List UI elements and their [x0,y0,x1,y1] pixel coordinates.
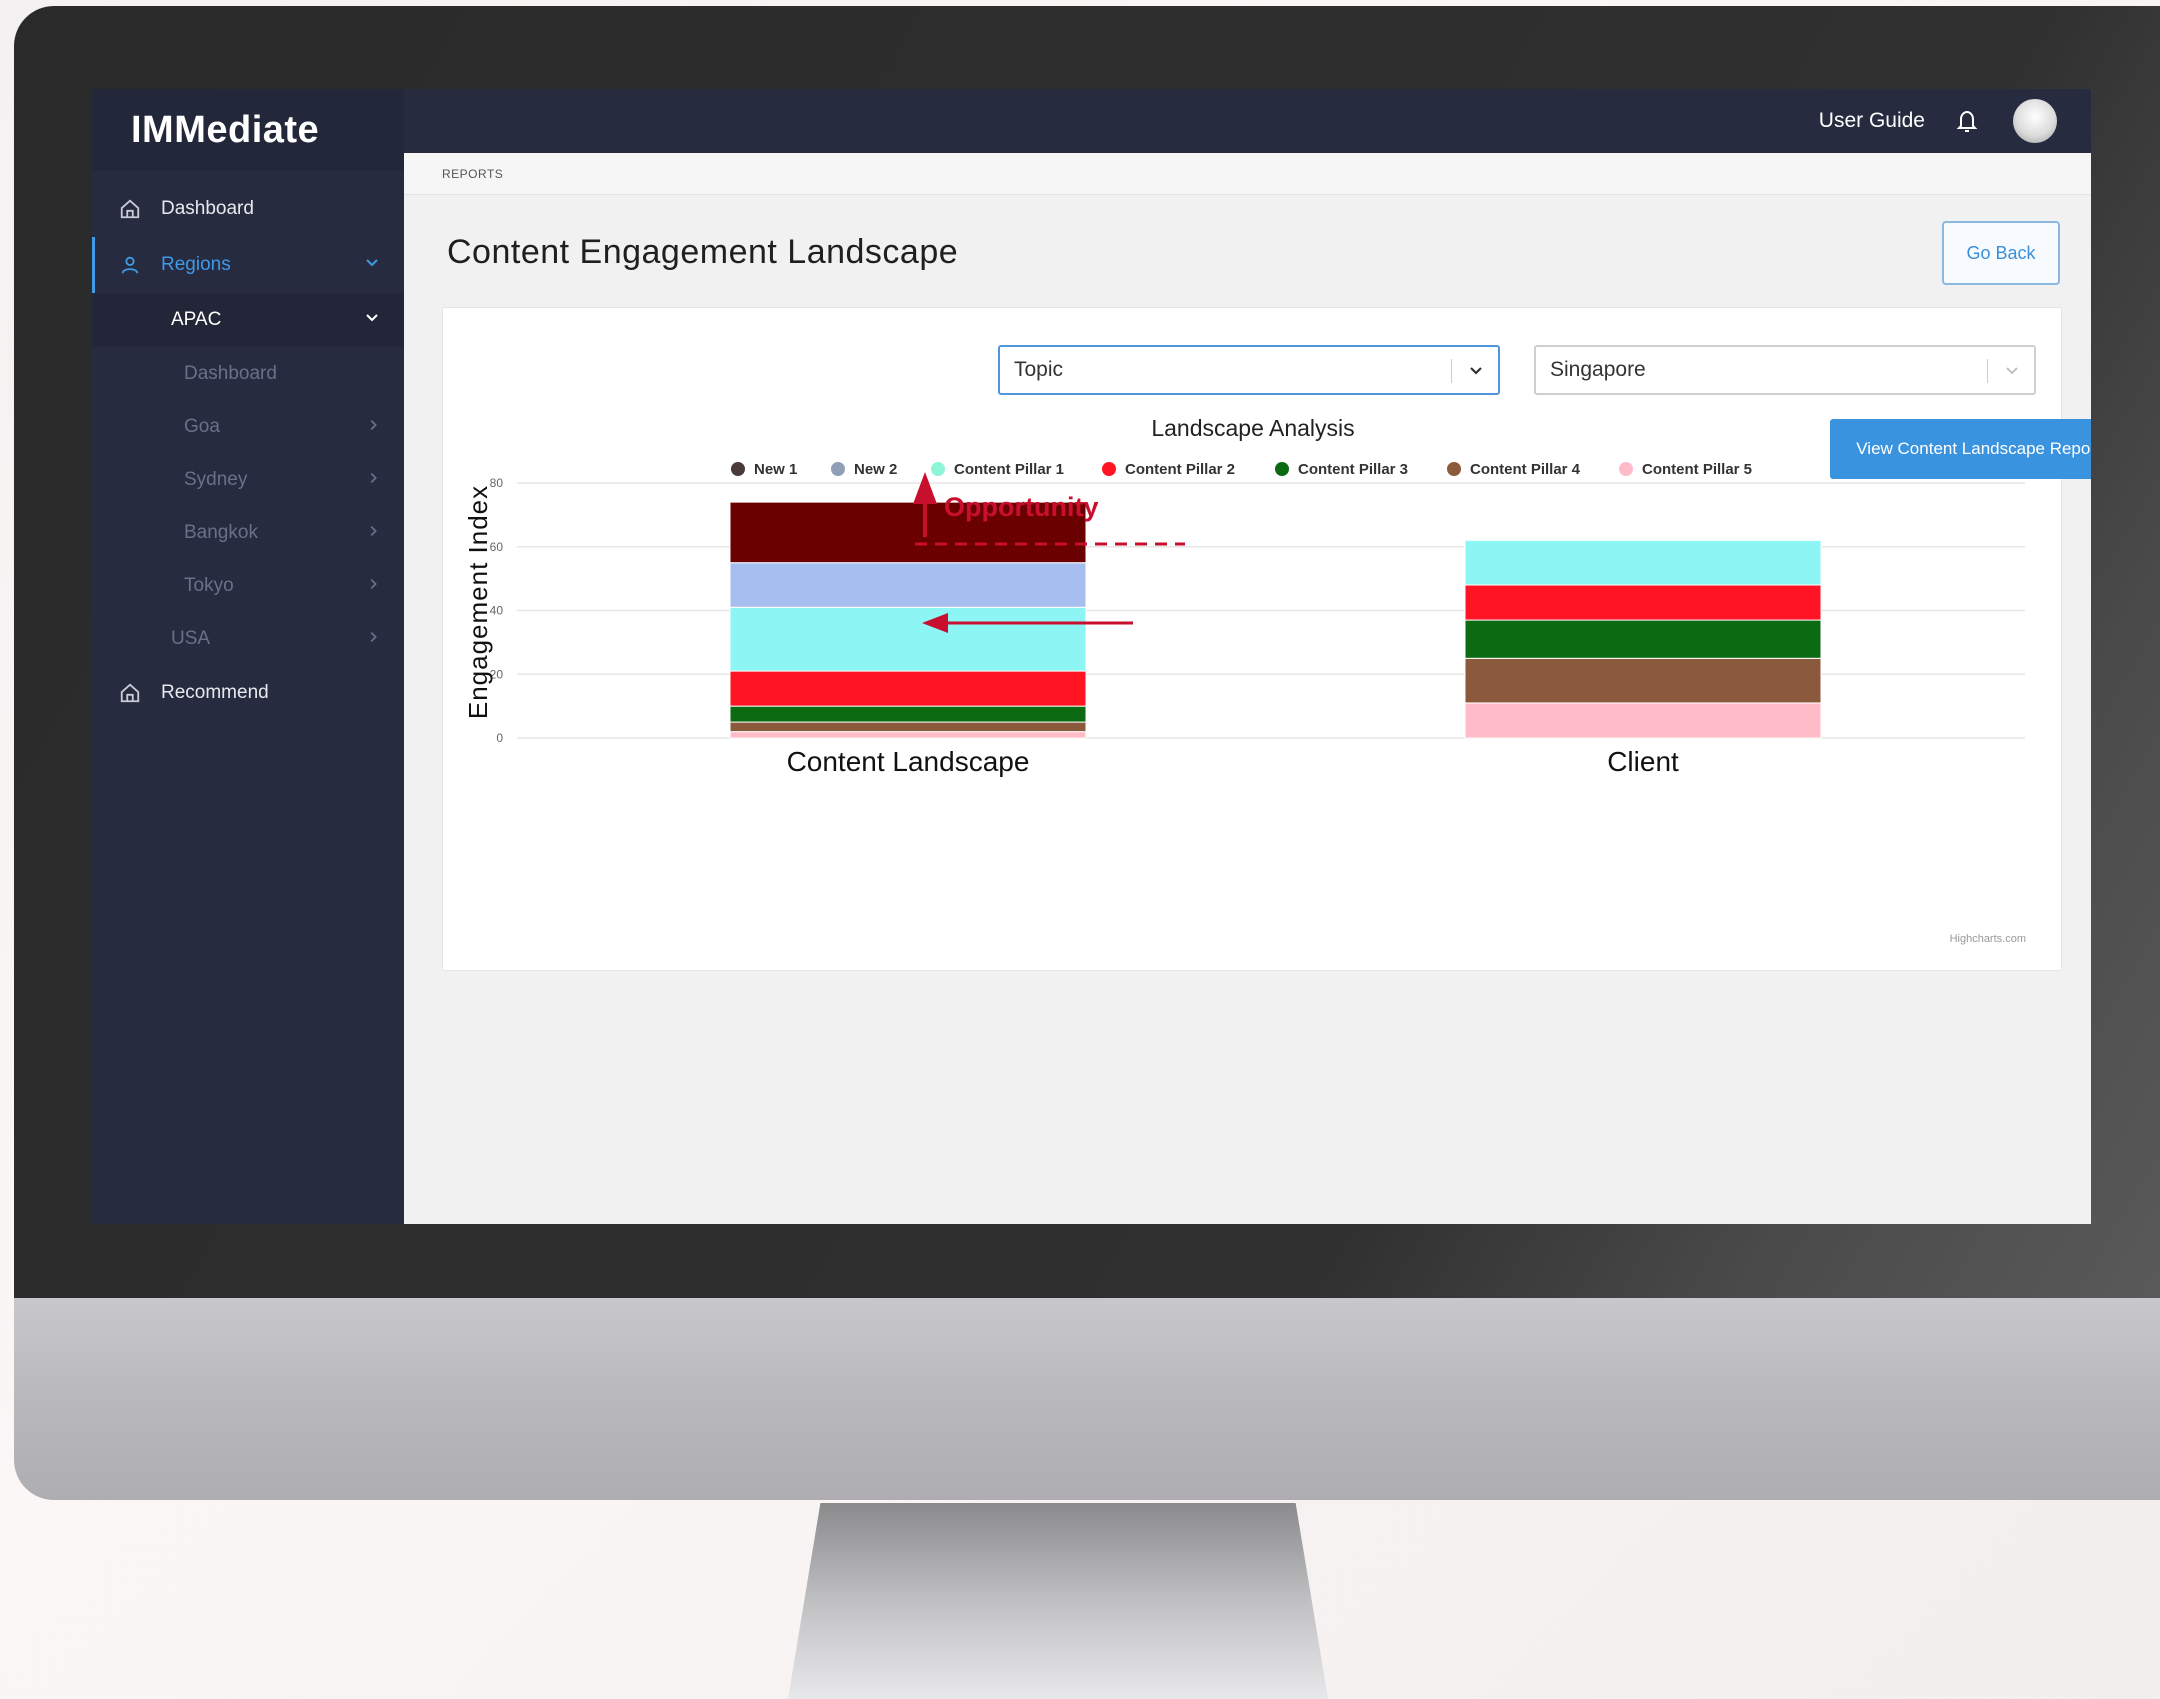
breadcrumb: REPORTS [404,153,2091,195]
sidebar-item-label: Recommend [161,682,269,703]
x-axis-labels: Content Landscape Client [787,746,1679,777]
sidebar-item-usa[interactable]: USA [92,612,404,665]
chart-bars [729,501,1822,739]
bar-segment[interactable] [729,606,1087,672]
chevron-right-icon [366,628,380,650]
sidebar-item-label: Regions [161,254,231,275]
sidebar-item-tokyo[interactable]: Tokyo [92,559,404,612]
bar-segment[interactable] [729,562,1087,608]
topbar: User Guide [404,89,2091,153]
x-tick-label: Client [1607,746,1679,777]
legend-marker[interactable] [731,462,745,476]
bar-segment[interactable] [729,670,1087,707]
chevron-right-icon [366,522,380,544]
stacked-bar-chart: Landscape Analysis New 1 New 2 Content Pil… [463,415,2026,945]
bar-segment[interactable] [1464,657,1822,704]
sidebar-item-label: Tokyo [184,574,234,596]
bar-segment[interactable] [729,705,1087,723]
legend-marker[interactable] [1275,462,1289,476]
legend-marker[interactable] [1102,462,1116,476]
legend-marker[interactable] [831,462,845,476]
legend-item[interactable]: New 1 [754,461,797,478]
bar-segment[interactable] [1464,702,1822,739]
sidebar-item-bangkok[interactable]: Bangkok [92,506,404,559]
legend-item[interactable]: Content Pillar 4 [1470,461,1581,478]
user-guide-link[interactable]: User Guide [1819,109,1925,133]
chevron-right-icon [366,416,380,438]
sidebar-item-dashboard[interactable]: Dashboard [92,181,404,237]
sidebar-item-label: Dashboard [184,362,277,384]
page-title: Content Engagement Landscape [447,233,959,271]
legend-item[interactable]: Content Pillar 5 [1642,461,1752,478]
y-tick-label: 0 [496,731,503,745]
home-icon [117,196,143,222]
bar-segment[interactable] [729,731,1087,739]
chevron-down-icon [364,309,380,331]
y-axis-label: Engagement Index [463,485,493,719]
opportunity-label: Opportunity [944,492,1098,522]
chart-card: Topic Singapore View Content Landscape R… [442,307,2091,971]
legend-marker[interactable] [1619,462,1633,476]
x-tick-label: Content Landscape [787,746,1030,777]
legend-item[interactable]: Content Pillar 1 [954,461,1064,478]
sidebar-item-label: Sydney [184,468,248,490]
avatar[interactable] [2013,99,2057,143]
up-arrow-head [913,472,937,504]
monitor-stand [788,1503,1328,1699]
bar-segment[interactable] [1464,619,1822,659]
brand-logo: IMMediate [92,89,404,171]
sidebar-item-apac[interactable]: APAC [92,293,404,347]
go-back-button[interactable]: Go Back [1942,221,2060,285]
legend-item[interactable]: Content Pillar 2 [1125,461,1235,478]
breadcrumb-item[interactable]: REPORTS [442,167,503,181]
sidebar: IMMediate Dashboard Regions APAC Dashboa… [92,89,404,1224]
sidebar-item-apac-dashboard[interactable]: Dashboard [92,347,404,400]
monitor-chin [14,1298,2160,1500]
sidebar-item-label: Bangkok [184,521,258,543]
apac-group: APAC [92,293,404,347]
sidebar-item-regions[interactable]: Regions [92,237,404,293]
home-icon [117,680,143,706]
sidebar-item-goa[interactable]: Goa [92,400,404,453]
bell-icon[interactable] [1955,108,1979,134]
user-icon [117,252,143,278]
bar-segment[interactable] [729,721,1087,733]
sidebar-item-label: Dashboard [161,198,254,219]
sidebar-item-label: APAC [171,309,222,330]
chevron-right-icon [366,575,380,597]
legend-item[interactable]: New 2 [854,461,897,478]
sidebar-item-label: Goa [184,415,220,437]
bar-segment[interactable] [1464,539,1822,586]
sidebar-item-sydney[interactable]: Sydney [92,453,404,506]
chevron-right-icon [366,469,380,491]
legend-marker[interactable] [1447,462,1461,476]
legend-marker[interactable] [931,462,945,476]
chevron-down-icon [364,254,380,276]
sidebar-item-recommend[interactable]: Recommend [92,665,404,721]
legend-item[interactable]: Content Pillar 3 [1298,461,1408,478]
app-screen: IMMediate Dashboard Regions APAC Dashboa… [92,89,2091,1224]
bar-segment[interactable] [1464,584,1822,621]
sidebar-item-label: USA [171,627,211,649]
chart-legend: New 1 New 2 Content Pillar 1 Content Pillar… [731,461,1752,478]
chart-credit[interactable]: Highcharts.com [1950,933,2026,945]
chart-title: Landscape Analysis [1151,415,1354,441]
